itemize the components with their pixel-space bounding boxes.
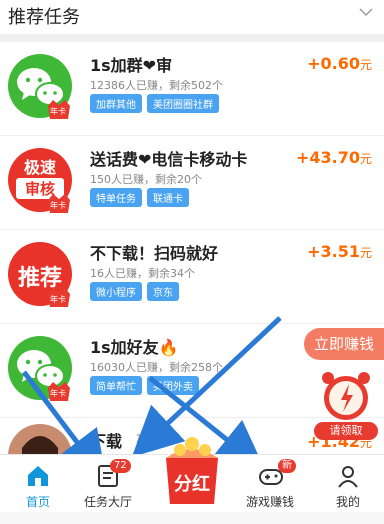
nav-task-hall[interactable]: 72 任务大厅 xyxy=(70,455,146,513)
task-price: +0.60元 xyxy=(307,54,372,73)
nav-home[interactable]: 首页 xyxy=(0,455,76,513)
task-tag: 简单帮忙 xyxy=(90,376,142,395)
task-meta: 12386人已赚，剩余502个 xyxy=(90,79,223,92)
new-badge: 新 xyxy=(278,459,296,473)
earn-now-button[interactable]: 立即赚钱 xyxy=(304,328,384,360)
task-title: 1s加好友🔥 xyxy=(90,338,179,357)
divider xyxy=(0,34,384,42)
annual-card-badge: 年卡 xyxy=(46,380,72,402)
task-title: 送话费❤电信卡移动卡 xyxy=(90,150,248,169)
task-tag: 微小程序 xyxy=(90,282,142,301)
task-card[interactable]: 推荐 年卡 不下载！扫码就好 16人已赚，剩余34个 微小程序 京东 +3.51… xyxy=(0,230,384,324)
page-title: 推荐任务 xyxy=(8,7,80,28)
annual-card-badge: 年卡 xyxy=(46,192,72,214)
system-bar xyxy=(0,512,384,524)
avatar-photo xyxy=(8,424,72,458)
claim-button[interactable]: 请领取 xyxy=(314,422,378,440)
dividend-gift-button[interactable]: 分红 xyxy=(152,430,232,510)
task-card[interactable]: 极速 审核 年卡 送话费❤电信卡移动卡 150人已赚，剩余20个 特单任务 联通… xyxy=(0,136,384,230)
task-meta: 16030人已赚，剩余258个 xyxy=(90,361,223,374)
person-icon xyxy=(338,466,358,488)
annual-card-badge: 年卡 xyxy=(46,286,72,308)
home-icon xyxy=(28,466,48,486)
task-tag: 联通卡 xyxy=(147,188,189,207)
task-price: +3.51元 xyxy=(307,242,372,261)
task-meta: 150人已赚，剩余20个 xyxy=(90,173,202,186)
task-title: 1s加群❤审 xyxy=(90,56,173,75)
chevron-down-icon[interactable] xyxy=(358,4,374,24)
task-tag: 特单任务 xyxy=(90,188,142,207)
task-price: +43.70元 xyxy=(295,148,372,167)
task-tag: 美团圈圈社群 xyxy=(147,94,219,113)
task-tag: 美团外卖 xyxy=(147,376,199,395)
annual-card-badge: 年卡 xyxy=(46,98,72,120)
header: 推荐任务 xyxy=(0,0,384,34)
task-tag: 京东 xyxy=(147,282,179,301)
nav-game-earn[interactable]: 新 游戏赚钱 xyxy=(232,455,308,513)
notification-badge: 72 xyxy=(110,459,131,473)
task-tag: 加群其他 xyxy=(90,94,142,113)
task-title: 不下载！扫码就好 xyxy=(90,244,219,263)
nav-mine[interactable]: 我的 xyxy=(310,455,384,513)
task-meta: 16人已赚，剩余34个 xyxy=(90,267,195,280)
task-card[interactable]: 年卡 1s加群❤审 12386人已赚，剩余502个 加群其他 美团圈圈社群 +0… xyxy=(0,42,384,136)
